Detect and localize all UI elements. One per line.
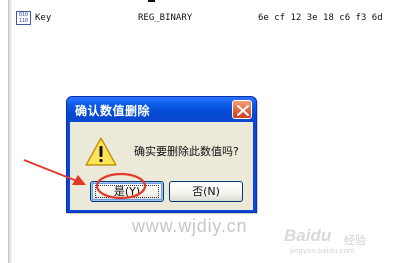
close-button[interactable] bbox=[232, 100, 252, 119]
column-divider-mark bbox=[148, 0, 155, 2]
no-button-label: 否(N) bbox=[192, 185, 220, 198]
warning-icon bbox=[85, 137, 117, 166]
dialog-message: 确实要删除此数值吗? bbox=[134, 145, 239, 158]
binary-icon-bits-bottom: 110 bbox=[19, 18, 29, 24]
no-button[interactable]: 否(N) bbox=[169, 181, 243, 202]
yes-button[interactable]: 是(Y) bbox=[90, 181, 164, 202]
registry-value-name: Key bbox=[35, 13, 52, 23]
baidu-logo: Baidu bbox=[284, 226, 332, 245]
dialog-title: 确认数值删除 bbox=[75, 104, 151, 118]
close-icon bbox=[237, 105, 249, 116]
registry-value-type: REG_BINARY bbox=[138, 13, 193, 23]
panel-divider[interactable] bbox=[8, 0, 12, 263]
focus-rectangle bbox=[95, 185, 159, 198]
dialog-titlebar[interactable]: 确认数值删除 bbox=[67, 97, 256, 122]
baidu-suffix: 经验 bbox=[344, 234, 366, 247]
confirm-delete-dialog: 确认数值删除 确实要删除此数值吗? 是(Y) 否(N) bbox=[66, 96, 257, 213]
registry-value-row[interactable]: 010 110 Key REG_BINARY 6e cf 12 3e 18 c6… bbox=[14, 10, 398, 27]
binary-value-icon: 010 110 bbox=[16, 11, 31, 25]
registry-value-data: 6e cf 12 3e 18 c6 f3 6d bbox=[258, 13, 383, 23]
site-watermark: www.wjdiy.cn bbox=[132, 216, 248, 236]
baidu-url: jingyan.baidu.com bbox=[290, 247, 355, 255]
dialog-body: 确实要删除此数值吗? 是(Y) 否(N) bbox=[70, 122, 253, 210]
